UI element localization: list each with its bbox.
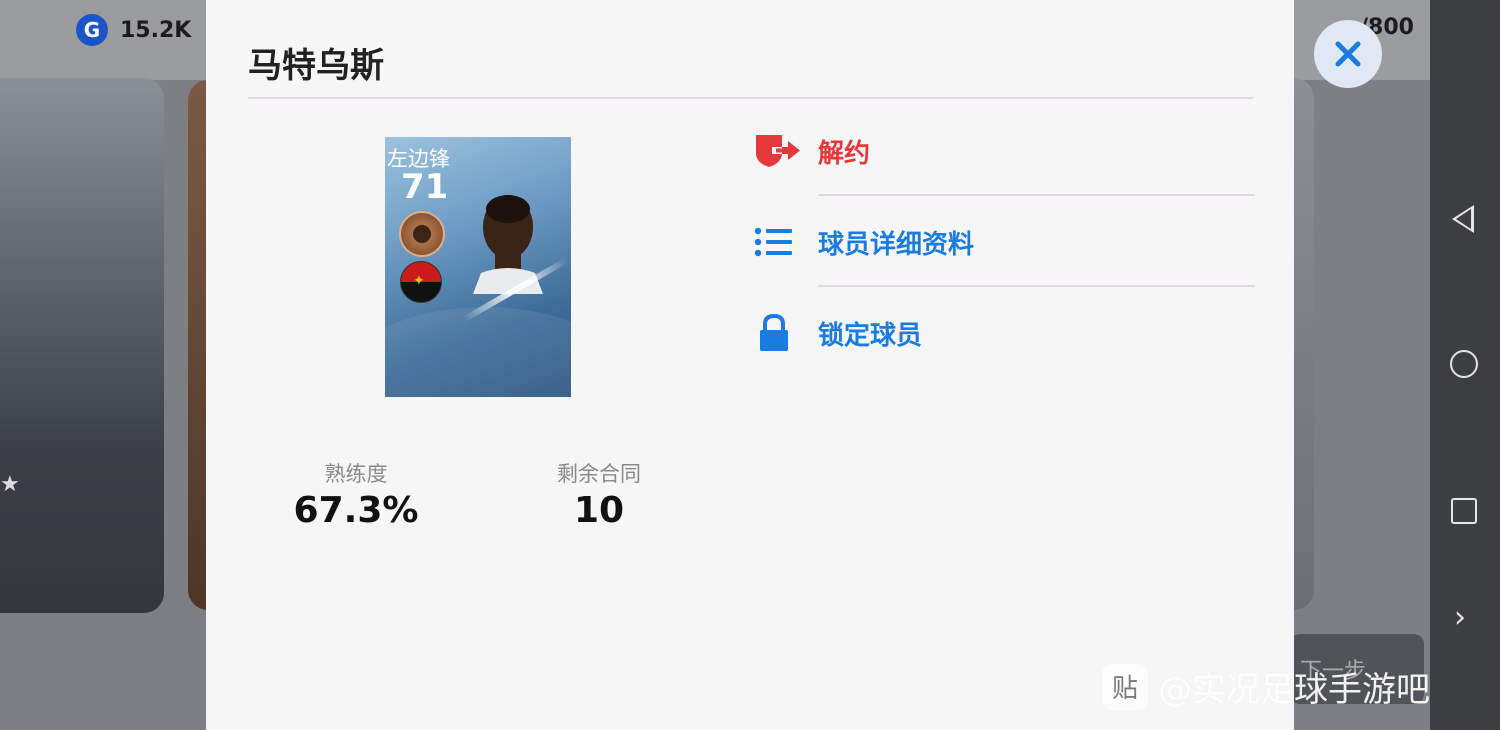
currency-display: G 15.2K [76,14,191,46]
close-button[interactable] [1314,20,1382,88]
player-options-dialog: 马特乌斯 [206,0,1294,730]
lock-player-button[interactable]: 锁定球员 [754,313,922,353]
system-nav-bar: › [1430,0,1500,730]
proficiency-value: 67.3% [293,490,419,531]
player-details-label: 球员详细资料 [818,229,975,260]
release-contract-icon [754,131,804,171]
release-contract-label: 解约 [818,138,871,169]
angola-flag-icon: ✦ [400,261,442,303]
list-icon [754,222,804,262]
player-name-title: 马特乌斯 [248,46,384,86]
contract-label: 剩余合同 [557,462,641,486]
currency-value: 15.2K [120,17,192,43]
divider [248,97,1253,99]
tieba-logo-icon: 贴 [1102,663,1148,710]
lock-icon [754,313,804,353]
player-details-button[interactable]: 球员详细资料 [754,222,974,262]
proficiency-label: 熟练度 [324,462,388,486]
chevron-right-icon[interactable]: › [1454,600,1466,635]
divider [818,285,1255,287]
recent-apps-icon[interactable] [1451,498,1477,524]
release-contract-button[interactable]: 解约 [754,131,870,171]
star-icon: ★ [0,472,20,497]
back-icon-inner [1456,209,1471,229]
player-card[interactable]: 左边锋 71 ✦ [385,137,571,397]
contract-value: 10 [573,490,625,531]
watermark-text: @实况足球手游吧 [1158,670,1430,710]
close-icon [1335,41,1361,67]
lock-player-label: 锁定球员 [818,320,923,351]
watermark: 贴 @实况足球手游吧 [1102,662,1430,711]
gp-coin-icon: G [76,14,108,46]
divider [818,194,1255,196]
club-badge-icon [399,211,445,257]
card-decoration [385,307,571,397]
home-icon[interactable] [1450,350,1478,378]
player-rating: 71 [401,167,449,207]
background-card [0,78,164,613]
